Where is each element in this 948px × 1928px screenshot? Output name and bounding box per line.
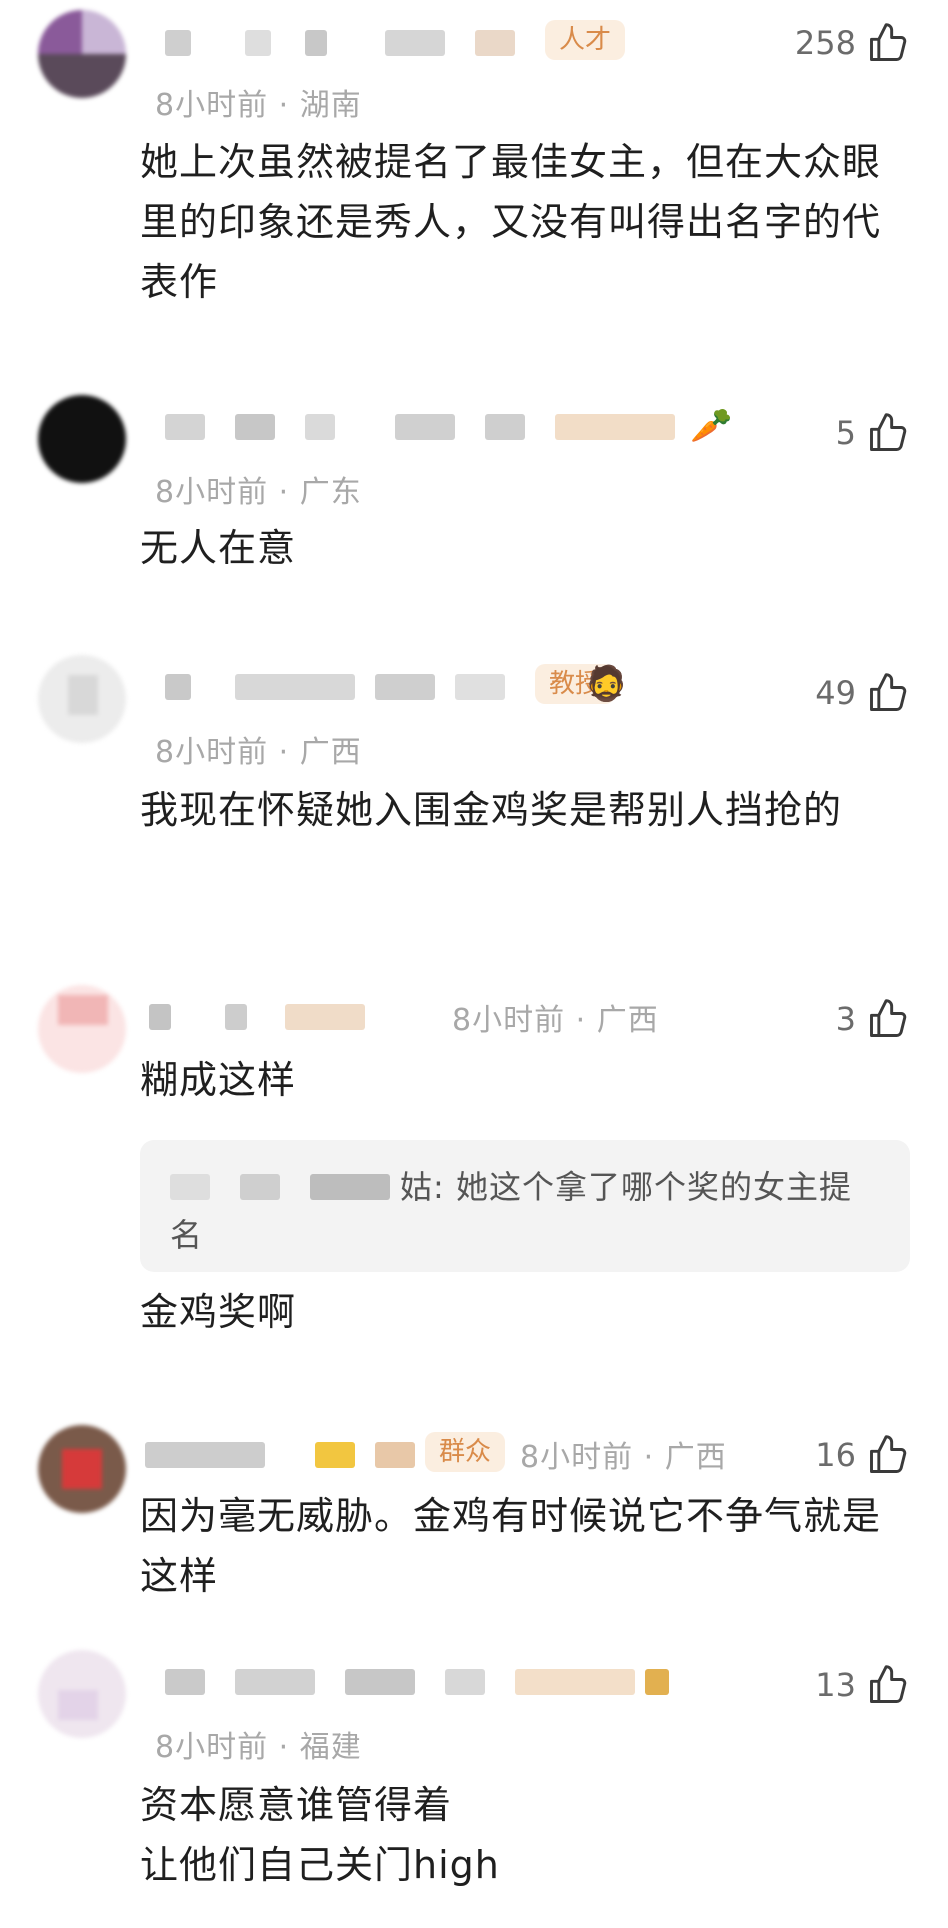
comment-meta: 8小时前 · 广西 <box>520 1440 727 1475</box>
thumbs-up-icon <box>866 997 910 1041</box>
comment-text: 她上次虽然被提名了最佳女主，但在大众眼里的印象还是秀人，又没有叫得出名字的代表作 <box>140 140 882 304</box>
like-count: 258 <box>794 24 856 62</box>
username-pixelated[interactable] <box>145 1655 745 1711</box>
like-button[interactable]: 13 <box>815 1660 910 1710</box>
user-badge: 人才 <box>545 20 626 60</box>
thumbs-up-icon <box>866 411 910 455</box>
comment-meta: 8小时前 · 广西 <box>155 735 362 770</box>
user-avatar[interactable] <box>38 10 126 98</box>
user-avatar[interactable] <box>38 1650 126 1738</box>
comment-text-line-2: 让他们自己关门high <box>140 1843 500 1887</box>
like-button[interactable]: 3 <box>836 994 910 1044</box>
username-pixelated[interactable]: 教授 <box>145 660 745 716</box>
user-avatar[interactable] <box>38 395 126 483</box>
comment-text-line-1: 资本愿意谁管得着 <box>140 1783 453 1827</box>
comment-meta: 8小时前 · 广东 <box>155 475 362 510</box>
user-avatar[interactable] <box>38 655 126 743</box>
like-button[interactable]: 49 <box>815 668 910 718</box>
thumbs-up-icon <box>866 1433 910 1477</box>
thumbs-up-icon <box>866 21 910 65</box>
quoted-reply-text-tail: 名 <box>170 1216 203 1254</box>
like-count: 49 <box>815 674 856 712</box>
carrot-icon: 🥕 <box>690 406 733 446</box>
like-button[interactable]: 16 <box>815 1430 910 1480</box>
quoted-reply-text: 姑: 她这个拿了哪个奖的女主提 <box>400 1168 852 1206</box>
comment-text: 糊成这样 <box>140 1058 297 1102</box>
thumbs-up-icon <box>866 1663 910 1707</box>
quoted-reply[interactable]: 姑: 她这个拿了哪个奖的女主提 名 <box>140 1140 910 1272</box>
username-pixelated[interactable] <box>145 400 745 456</box>
reply-text: 金鸡奖啊 <box>140 1290 297 1334</box>
like-count: 16 <box>815 1436 856 1474</box>
like-count: 13 <box>815 1666 856 1704</box>
user-badge: 群众 <box>425 1432 506 1472</box>
comment-meta: 8小时前 · 福建 <box>155 1730 362 1765</box>
thumbs-up-icon <box>866 671 910 715</box>
comment-text: 无人在意 <box>140 526 297 570</box>
like-count: 5 <box>835 414 856 452</box>
like-count: 3 <box>835 1000 856 1038</box>
comment-meta: 8小时前 · 湖南 <box>155 88 362 123</box>
user-avatar[interactable] <box>38 985 126 1073</box>
like-button[interactable]: 258 <box>795 18 910 68</box>
username-pixelated[interactable]: 人才 <box>145 16 745 72</box>
bearded-man-icon: 🧔 <box>585 664 628 704</box>
user-avatar[interactable] <box>38 1425 126 1513</box>
comment-text: 我现在怀疑她入围金鸡奖是帮别人挡抢的 <box>140 788 843 832</box>
comment-text: 因为毫无威胁。金鸡有时候说它不争气就是这样 <box>140 1494 882 1598</box>
comment-meta: 8小时前 · 广西 <box>452 1003 659 1038</box>
like-button[interactable]: 5 <box>836 408 910 458</box>
